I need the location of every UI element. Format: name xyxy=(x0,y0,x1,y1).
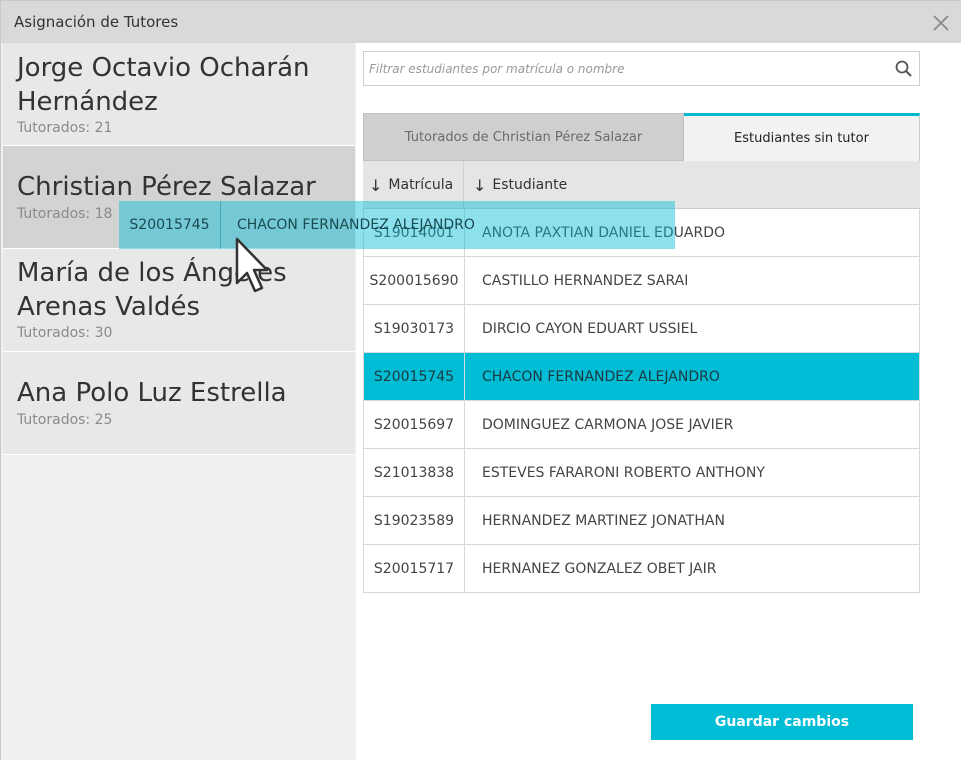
table-row[interactable]: S200015690 CASTILLO HERNANDEZ SARAI xyxy=(363,257,920,305)
tab-estudiantes-sin-tutor[interactable]: Estudiantes sin tutor xyxy=(684,113,920,161)
cell-estudiante: ESTEVES FARARONI ROBERTO ANTHONY xyxy=(482,464,765,481)
cell-matricula: S19030173 xyxy=(364,305,465,352)
table-row-selected[interactable]: S20015745 CHACON FERNANDEZ ALEJANDRO xyxy=(363,353,920,401)
close-icon[interactable] xyxy=(929,11,953,35)
tutor-list: Jorge Octavio Ocharán Hernández Tutorado… xyxy=(1,43,356,760)
tabs: Tutorados de Christian Pérez Salazar Est… xyxy=(363,113,920,161)
tutor-name: Jorge Octavio Ocharán xyxy=(17,53,310,83)
column-label: Matrícula xyxy=(388,177,454,193)
cell-matricula: S21013838 xyxy=(364,449,465,496)
main-panel: Tutorados de Christian Pérez Salazar Est… xyxy=(356,43,961,760)
dialog: Asignación de Tutores Jorge Octavio Ocha… xyxy=(0,0,961,760)
cell-matricula: S20015745 xyxy=(364,353,465,400)
cell-estudiante: HERNANDEZ MARTINEZ JONATHAN xyxy=(482,512,725,529)
cell-estudiante: CHACON FERNANDEZ ALEJANDRO xyxy=(482,368,720,385)
tab-tutorados[interactable]: Tutorados de Christian Pérez Salazar xyxy=(363,113,684,161)
cell-matricula: S20015717 xyxy=(364,545,465,592)
tutor-name: Christian Pérez Salazar xyxy=(17,172,316,202)
table-row[interactable]: S20015717 HERNANEZ GONZALEZ OBET JAIR xyxy=(363,545,920,593)
table-row[interactable]: S19023589 HERNANDEZ MARTINEZ JONATHAN xyxy=(363,497,920,545)
cell-estudiante: CASTILLO HERNANDEZ SARAI xyxy=(482,272,689,289)
title-bar: Asignación de Tutores xyxy=(1,1,961,43)
column-label: Estudiante xyxy=(492,177,568,193)
tutor-count: Tutorados: 25 xyxy=(17,412,113,428)
cell-estudiante: DOMINGUEZ CARMONA JOSE JAVIER xyxy=(482,416,734,433)
save-button[interactable]: Guardar cambios xyxy=(651,704,913,740)
cell-matricula: S200015690 xyxy=(364,257,465,304)
dialog-title: Asignación de Tutores xyxy=(14,13,179,31)
tutor-item[interactable]: Ana Polo Luz Estrella Tutorados: 25 xyxy=(3,352,355,455)
tutor-count: Tutorados: 18 xyxy=(17,206,113,222)
drag-cell-estudiante: CHACON FERNANDEZ ALEJANDRO xyxy=(237,217,475,233)
tutor-name: Arenas Valdés xyxy=(17,292,201,322)
search-icon[interactable] xyxy=(894,59,914,79)
cell-matricula: S19023589 xyxy=(364,497,465,544)
drag-cell-matricula: S20015745 xyxy=(119,201,221,249)
tutor-count: Tutorados: 21 xyxy=(17,120,113,136)
tutor-item[interactable]: María de los Ángeles Arenas Valdés Tutor… xyxy=(3,249,355,352)
table-row[interactable]: S20015697 DOMINGUEZ CARMONA JOSE JAVIER xyxy=(363,401,920,449)
cell-estudiante: DIRCIO CAYON EDUART USSIEL xyxy=(482,320,698,337)
mouse-pointer-icon xyxy=(235,237,269,297)
tutor-item[interactable]: Jorge Octavio Ocharán Hernández Tutorado… xyxy=(3,43,355,146)
drag-ghost-row: S20015745 CHACON FERNANDEZ ALEJANDRO xyxy=(119,201,675,249)
cell-matricula: S20015697 xyxy=(364,401,465,448)
search-box xyxy=(363,51,920,86)
tutor-count: Tutorados: 30 xyxy=(17,325,113,341)
table-row[interactable]: S19030173 DIRCIO CAYON EDUART USSIEL xyxy=(363,305,920,353)
tutor-name: Hernández xyxy=(17,87,158,117)
cell-estudiante: HERNANEZ GONZALEZ OBET JAIR xyxy=(482,560,717,577)
arrow-down-icon: ↓ xyxy=(473,175,487,195)
arrow-down-icon: ↓ xyxy=(369,175,383,195)
search-input[interactable] xyxy=(364,52,884,85)
table-row[interactable]: S21013838 ESTEVES FARARONI ROBERTO ANTHO… xyxy=(363,449,920,497)
tutor-name: Ana Polo Luz Estrella xyxy=(17,378,287,408)
